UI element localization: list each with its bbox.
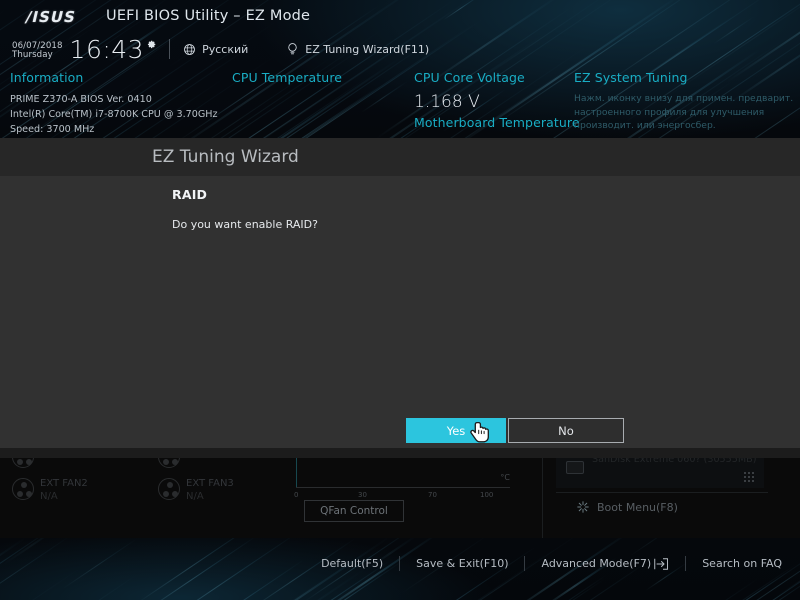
fan-labels: EXT FAN3 N/A <box>186 478 234 502</box>
title-bar: /ISUS UEFI BIOS Utility – EZ Mode <box>0 0 800 32</box>
globe-icon <box>183 43 196 56</box>
information-row: Intel(R) Core(TM) i7-8700K CPU @ 3.70GHz <box>10 109 218 120</box>
no-button-label: No <box>558 423 574 438</box>
footer-default-button[interactable]: Default(F5) <box>321 557 383 570</box>
header: /ISUS UEFI BIOS Utility – EZ Mode 06/07/… <box>0 0 800 138</box>
fan-label: EXT FAN2 <box>40 478 88 489</box>
fan-curve-unit: °C <box>500 473 510 482</box>
qfan-control-button[interactable]: QFan Control <box>304 500 404 522</box>
footer-nav: Default(F5) Save & Exit(F10) Advanced Mo… <box>0 556 800 571</box>
information-row: Speed: 3700 MHz <box>10 124 95 135</box>
drive-icon <box>566 461 584 474</box>
modal-question: Do you want enable RAID? <box>172 218 318 231</box>
motherboard-temperature-title: Motherboard Temperature <box>414 115 580 130</box>
boot-menu-label: Boot Menu(F8) <box>597 500 678 514</box>
section-divider-vertical <box>542 448 543 538</box>
gear-icon[interactable] <box>146 39 157 50</box>
modal-body: RAID Do you want enable RAID? Yes No <box>0 176 800 448</box>
no-button[interactable]: No <box>508 418 624 443</box>
fan-label: EXT FAN3 <box>186 478 234 489</box>
panel-cpu-temperature: CPU Temperature <box>232 70 342 92</box>
ez-system-tuning-description: Нажм. иконку внизу для примен. предварит… <box>574 93 794 132</box>
clock-text: 16:43 <box>69 34 145 64</box>
bios-screen: /ISUS UEFI BIOS Utility – EZ Mode 06/07/… <box>0 0 800 600</box>
info-bar: 06/07/2018 Thursday 16:43 Русский EZ Tun… <box>0 32 800 66</box>
information-row: PRIME Z370-A BIOS Ver. 0410 <box>10 94 152 105</box>
cpu-core-voltage-title: CPU Core Voltage <box>414 70 525 85</box>
cpu-temperature-title: CPU Temperature <box>232 70 343 85</box>
lightbulb-icon <box>286 42 299 56</box>
ez-system-tuning-title: EZ System Tuning <box>574 70 688 85</box>
footer-save-exit-label: Save & Exit(F10) <box>416 557 509 570</box>
modal-footer-strip <box>0 448 800 458</box>
language-selector[interactable]: Русский <box>183 43 248 56</box>
footer-divider <box>524 556 526 571</box>
fan-row-ext-fan2[interactable]: EXT FAN2 N/A <box>12 478 88 502</box>
cpu-core-voltage-value: 1.168 V <box>414 92 480 112</box>
information-title: Information <box>10 70 84 85</box>
fan-curve-x-axis <box>296 487 510 488</box>
footer-divider <box>685 556 687 571</box>
panel-ez-system-tuning: EZ System Tuning Нажм. иконку внизу для … <box>574 70 799 133</box>
fan-labels: EXT FAN2 N/A <box>40 478 88 502</box>
yes-button-label: Yes <box>446 423 466 438</box>
info-panels: Information PRIME Z370-A BIOS Ver. 0410 … <box>0 66 800 138</box>
modal-section-title: RAID <box>172 187 208 202</box>
panel-cpu-core-voltage: CPU Core Voltage 1.168 V Motherboard Tem… <box>414 70 580 130</box>
fan-curve-tick: 30 <box>358 491 367 499</box>
footer-default-label: Default(F5) <box>321 557 384 570</box>
footer-divider <box>399 556 401 571</box>
footer-advanced-mode-label: Advanced Mode(F7) <box>541 557 652 570</box>
fan-row-ext-fan3[interactable]: EXT FAN3 N/A <box>158 478 234 502</box>
language-label: Русский <box>202 42 249 56</box>
panel-information: Information PRIME Z370-A BIOS Ver. 0410 … <box>10 70 218 137</box>
header-divider <box>169 39 171 59</box>
drag-handle-icon[interactable] <box>744 472 756 482</box>
date-block: 06/07/2018 Thursday <box>12 42 63 60</box>
footer-search-faq-label: Search on FAQ <box>702 557 782 570</box>
fan-curve-tick: 0 <box>294 491 299 499</box>
modal-header: EZ Tuning Wizard <box>0 138 800 176</box>
yes-button[interactable]: Yes <box>406 418 506 443</box>
boot-menu-button[interactable]: Boot Menu(F8) <box>576 500 678 514</box>
fan-value: N/A <box>40 491 58 502</box>
fan-icon <box>158 478 180 500</box>
footer-advanced-mode-button[interactable]: Advanced Mode(F7) <box>541 557 669 570</box>
weekday-text: Thursday <box>12 50 53 61</box>
datetime-block: 06/07/2018 Thursday 16:43 <box>12 34 157 64</box>
boot-star-icon <box>576 500 590 514</box>
footer-search-faq-button[interactable]: Search on FAQ <box>702 557 782 570</box>
qfan-control-label: QFan Control <box>320 505 388 517</box>
footer-save-exit-button[interactable]: Save & Exit(F10) <box>416 557 508 570</box>
asus-logo: /ISUS <box>23 7 78 25</box>
footer: Default(F5) Save & Exit(F10) Advanced Mo… <box>0 538 800 600</box>
exit-arrow-icon <box>654 557 669 570</box>
section-divider-horizontal <box>556 492 768 493</box>
ez-tuning-wizard-label: EZ Tuning Wizard(F11) <box>305 42 430 56</box>
fan-curve-tick: 100 <box>480 491 494 499</box>
ez-tuning-wizard-button[interactable]: EZ Tuning Wizard(F11) <box>286 42 429 56</box>
fan-curve-tick: 70 <box>428 491 437 499</box>
fan-icon <box>12 478 34 500</box>
app-title: UEFI BIOS Utility – EZ Mode <box>106 8 311 24</box>
fan-value: N/A <box>186 491 204 502</box>
modal-title: EZ Tuning Wizard <box>152 147 299 167</box>
